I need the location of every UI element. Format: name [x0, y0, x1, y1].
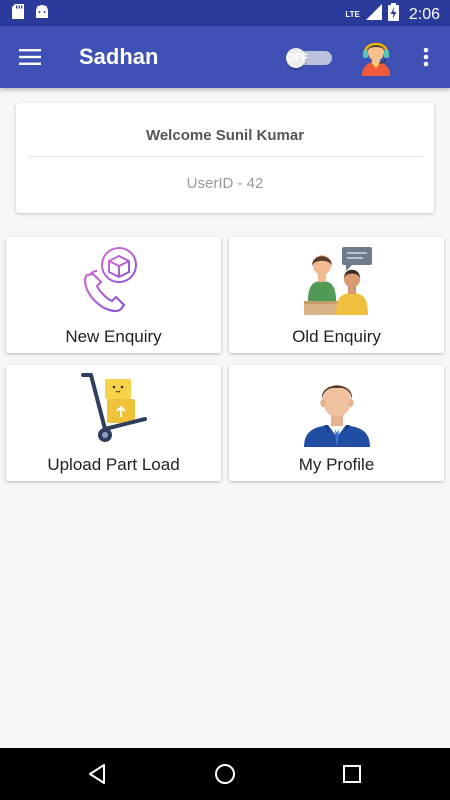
new-enquiry-tile[interactable]: New Enquiry — [6, 237, 221, 353]
welcome-card: Welcome Sunil Kumar UserID - 42 — [16, 103, 434, 213]
hand-truck-icon — [77, 373, 151, 447]
upload-part-load-tile[interactable]: Upload Part Load — [6, 365, 221, 481]
signal-icon — [365, 4, 382, 25]
divider — [28, 156, 422, 157]
home-icon[interactable] — [213, 762, 237, 786]
more-options-icon[interactable] — [416, 45, 436, 69]
profile-person-icon — [300, 373, 374, 447]
toggle-label: OFF — [286, 52, 309, 64]
menu-icon[interactable] — [18, 45, 42, 69]
old-enquiry-tile[interactable]: Old Enquiry — [229, 237, 444, 353]
customer-service-icon — [300, 245, 374, 319]
android-icon — [34, 4, 50, 24]
status-bar: LTE 2:06 — [0, 0, 450, 26]
old-enquiry-label: Old Enquiry — [292, 327, 381, 346]
recents-icon[interactable] — [340, 762, 364, 786]
sd-card-icon — [12, 4, 24, 24]
availability-toggle[interactable]: OFF — [286, 48, 332, 68]
status-time: 2:06 — [408, 5, 440, 23]
app-title: Sadhan — [79, 44, 159, 69]
network-type: LTE — [345, 9, 360, 19]
my-profile-tile[interactable]: My Profile — [229, 365, 444, 481]
back-icon[interactable] — [86, 762, 110, 786]
battery-charging-icon — [387, 3, 399, 26]
system-nav-bar — [0, 748, 450, 800]
phone-package-icon — [77, 245, 151, 319]
upload-part-load-label: Upload Part Load — [47, 455, 180, 474]
support-avatar-icon[interactable] — [359, 38, 393, 76]
app-bar: Sadhan OFF — [0, 26, 450, 88]
new-enquiry-label: New Enquiry — [65, 327, 162, 346]
welcome-text: Welcome Sunil Kumar — [145, 127, 305, 144]
user-id-text: UserID - 42 — [186, 175, 264, 192]
my-profile-label: My Profile — [298, 455, 375, 474]
